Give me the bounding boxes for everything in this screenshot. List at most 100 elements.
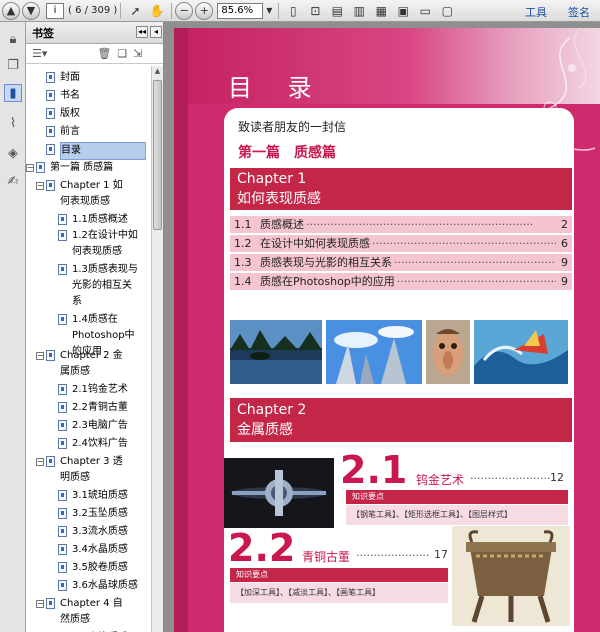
bookmark-item[interactable]: 2.3电脑广告 [26,418,150,434]
bookmark-icon [58,544,67,555]
bookmark-label: 3.4水晶质感 [72,544,128,555]
key-points-label: 知识要点 [346,490,568,504]
bookmark-label: Chapter 4 自然质感 [60,598,123,625]
collapse-toggle-icon[interactable]: − [36,458,44,466]
bookmark-item[interactable]: 3.2玉坠质感 [26,506,150,522]
part-title[interactable]: 第一篇 质感篇 [238,142,336,162]
toc-entry-dots: ········································… [372,237,556,250]
bookmark-item[interactable]: 3.6水晶球质感 [26,578,150,594]
chevron-down-icon[interactable]: ▼ [265,3,273,19]
toc-entry-page: 2 [561,218,568,231]
hand-tool-icon[interactable]: ✋ [149,3,165,19]
collapse-panel-icon[interactable]: ◂◂ [136,26,148,38]
single-page-view-icon[interactable]: ▯ [285,3,301,19]
signature-icon[interactable]: ✍ [4,172,22,190]
close-panel-icon[interactable]: ◂ [150,26,162,38]
toc-entry[interactable]: 1.2 在设计中如何表现质感 ···························… [230,235,572,252]
toc-entry-page: 9 [561,256,568,269]
bookmark-item[interactable]: − Chapter 1 如何表现质感 [26,178,150,210]
scrollbar[interactable]: ▲ [151,66,163,632]
delete-bookmark-icon[interactable]: 🗑︎ [97,47,111,60]
bookmark-item[interactable]: 3.3流水质感 [26,524,150,540]
bookmark-item[interactable]: 3.5胶卷质感 [26,560,150,576]
bookmarks-toolbar: ☰▾ 🗑︎ ❏ ⇲ [26,44,163,64]
next-page-button[interactable]: ▼ [22,1,40,20]
document-view[interactable]: 目 录 致读者朋友的一封信 第一篇 质感篇 Chapter 1 如何表现质感 1… [164,22,600,632]
bookmark-icon [58,508,67,519]
chapter-1-header[interactable]: Chapter 1 如何表现质感 [230,168,572,210]
bookmark-item[interactable]: 封面 [26,70,150,86]
bookmark-item[interactable]: 1.3质感表现与光影的相互关系 [26,262,150,310]
bookmark-item[interactable]: 2.1钨金艺术 [26,382,150,398]
bookmark-item[interactable]: 3.4水晶质感 [26,542,150,558]
bookmark-icon [58,562,67,573]
bookmark-label: Chapter 3 透明质感 [60,456,123,483]
read-mode-icon[interactable]: ▣ [395,3,411,19]
section-title[interactable]: 钨金艺术 [416,471,464,488]
bookmark-icon [36,162,45,173]
section-title[interactable]: 青铜古董 [302,548,350,565]
key-points-body: 【钢笔工具】、【矩形选框工具】、【图层样式】 [346,505,568,525]
toc-entry[interactable]: 1.3 质感表现与光影的相互关系 ·························… [230,254,572,271]
bookmark-item[interactable]: 2.2青铜古董 [26,400,150,416]
paperclip-icon[interactable]: ⌇ [4,114,22,132]
scroll-up-icon[interactable]: ▲ [153,67,162,77]
toc-letter-entry[interactable]: 致读者朋友的一封信 [238,118,346,135]
bookmark-label: 前言 [60,126,80,137]
toc-entry[interactable]: 1.1 质感概述 ·································… [230,216,572,233]
collapse-toggle-icon[interactable]: − [36,182,44,190]
collapse-toggle-icon[interactable]: − [36,352,44,360]
bookmark-item[interactable]: 目录 [26,142,150,160]
page-number-input[interactable]: i [46,2,64,19]
bookmark-item[interactable]: − 第一篇 质感篇 [26,160,150,176]
continuous-view-icon[interactable]: ▤ [329,3,345,19]
sign-menu[interactable]: 签名 [568,4,590,20]
zoom-in-button[interactable]: + [195,1,214,20]
tools-menu[interactable]: 工具 [525,4,547,20]
bookmark-item[interactable]: 2.4饮料广告 [26,436,150,452]
zoom-select[interactable]: 85.6% [217,2,264,19]
fit-page-icon[interactable]: ⊡ [307,3,323,19]
bookmark-label: 2.1钨金艺术 [72,384,128,395]
chapter-2-header[interactable]: Chapter 2 金属质感 [230,398,572,442]
bookmark-label: 3.6水晶球质感 [72,580,138,591]
bookmark-icon [58,526,67,537]
previous-page-button[interactable]: ▲ [2,1,20,20]
bookmark-icon [46,598,55,609]
page-layout-icon[interactable]: ▢ [439,3,455,19]
bookmark-label: 3.1琥珀质感 [72,490,128,501]
lake-photo [230,320,322,384]
two-page-scroll-icon[interactable]: ▦ [373,3,389,19]
pages-icon[interactable]: ❐ [4,56,22,74]
bookmark-item[interactable]: − Chapter 3 透明质感 [26,454,150,486]
bookmark-icon [58,214,67,225]
bookmark-item[interactable]: 1.2在设计中如何表现质感 [26,228,150,260]
options-menu-icon[interactable]: ☰▾ [32,47,47,60]
full-screen-icon[interactable]: ▭ [417,3,433,19]
toolbar-divider [171,2,173,19]
bookmark-icon [46,72,55,83]
bookmark-icon [46,90,55,101]
collapse-toggle-icon[interactable]: − [36,600,44,608]
bookmark-item[interactable]: 版权 [26,106,150,122]
page-count: ( 6 / 309 ) [68,5,118,16]
bookmark-item[interactable]: 3.1琥珀质感 [26,488,150,504]
select-tool-icon[interactable]: ➚ [127,3,143,19]
toc-entry[interactable]: 1.4 质感在Photoshop中的应用 ·····················… [230,273,572,290]
layers-icon[interactable]: ◈ [4,144,22,162]
lock-icon[interactable]: 🔒︎ [4,30,22,48]
zoom-out-button[interactable]: − [175,1,194,20]
bookmark-item[interactable]: 书名 [26,88,150,104]
bookmark-label: 封面 [60,72,80,83]
tag-bookmark-icon[interactable]: ⇲ [133,47,142,60]
bookmark-item[interactable]: − Chapter 2 金属质感 [26,348,150,380]
bookmark-item[interactable]: 前言 [26,124,150,140]
bookmark-icon[interactable]: ▮ [4,84,22,102]
bookmark-item[interactable]: 1.1质感概述 [26,212,150,228]
bookmark-icon [58,384,67,395]
scroll-thumb[interactable] [153,80,162,230]
new-bookmark-icon[interactable]: ❏ [117,47,127,60]
collapse-toggle-icon[interactable]: − [26,164,34,172]
two-page-view-icon[interactable]: ▥ [351,3,367,19]
bookmark-item[interactable]: − Chapter 4 自然质感 [26,596,150,628]
